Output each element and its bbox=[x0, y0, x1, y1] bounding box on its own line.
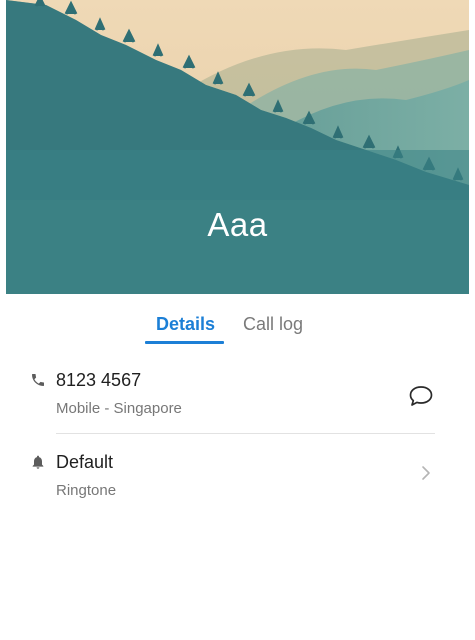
ringtone-row[interactable]: Default Ringtone bbox=[0, 446, 475, 506]
bell-icon bbox=[32, 455, 44, 469]
phone-icon bbox=[32, 374, 44, 386]
phone-number: 8123 4567 bbox=[56, 370, 142, 390]
message-icon[interactable] bbox=[408, 384, 434, 408]
tab-active-indicator bbox=[145, 341, 224, 344]
header-landscape-image bbox=[6, 0, 469, 294]
phone-type-label: Mobile - Singapore bbox=[56, 400, 182, 417]
ringtone-value: Default bbox=[56, 452, 114, 472]
tab-bar: Details Call log bbox=[0, 300, 475, 346]
phone-number-row[interactable]: 8123 4567 Mobile - Singapore bbox=[0, 364, 475, 434]
chevron-right-icon[interactable] bbox=[420, 463, 432, 483]
tab-call-log[interactable]: Call log bbox=[243, 314, 303, 335]
tab-details[interactable]: Details bbox=[156, 314, 215, 335]
contact-header: Aaa bbox=[6, 0, 469, 294]
ringtone-label: Ringtone bbox=[56, 482, 117, 499]
row-divider bbox=[56, 433, 435, 434]
contact-name: Aaa bbox=[207, 206, 268, 243]
